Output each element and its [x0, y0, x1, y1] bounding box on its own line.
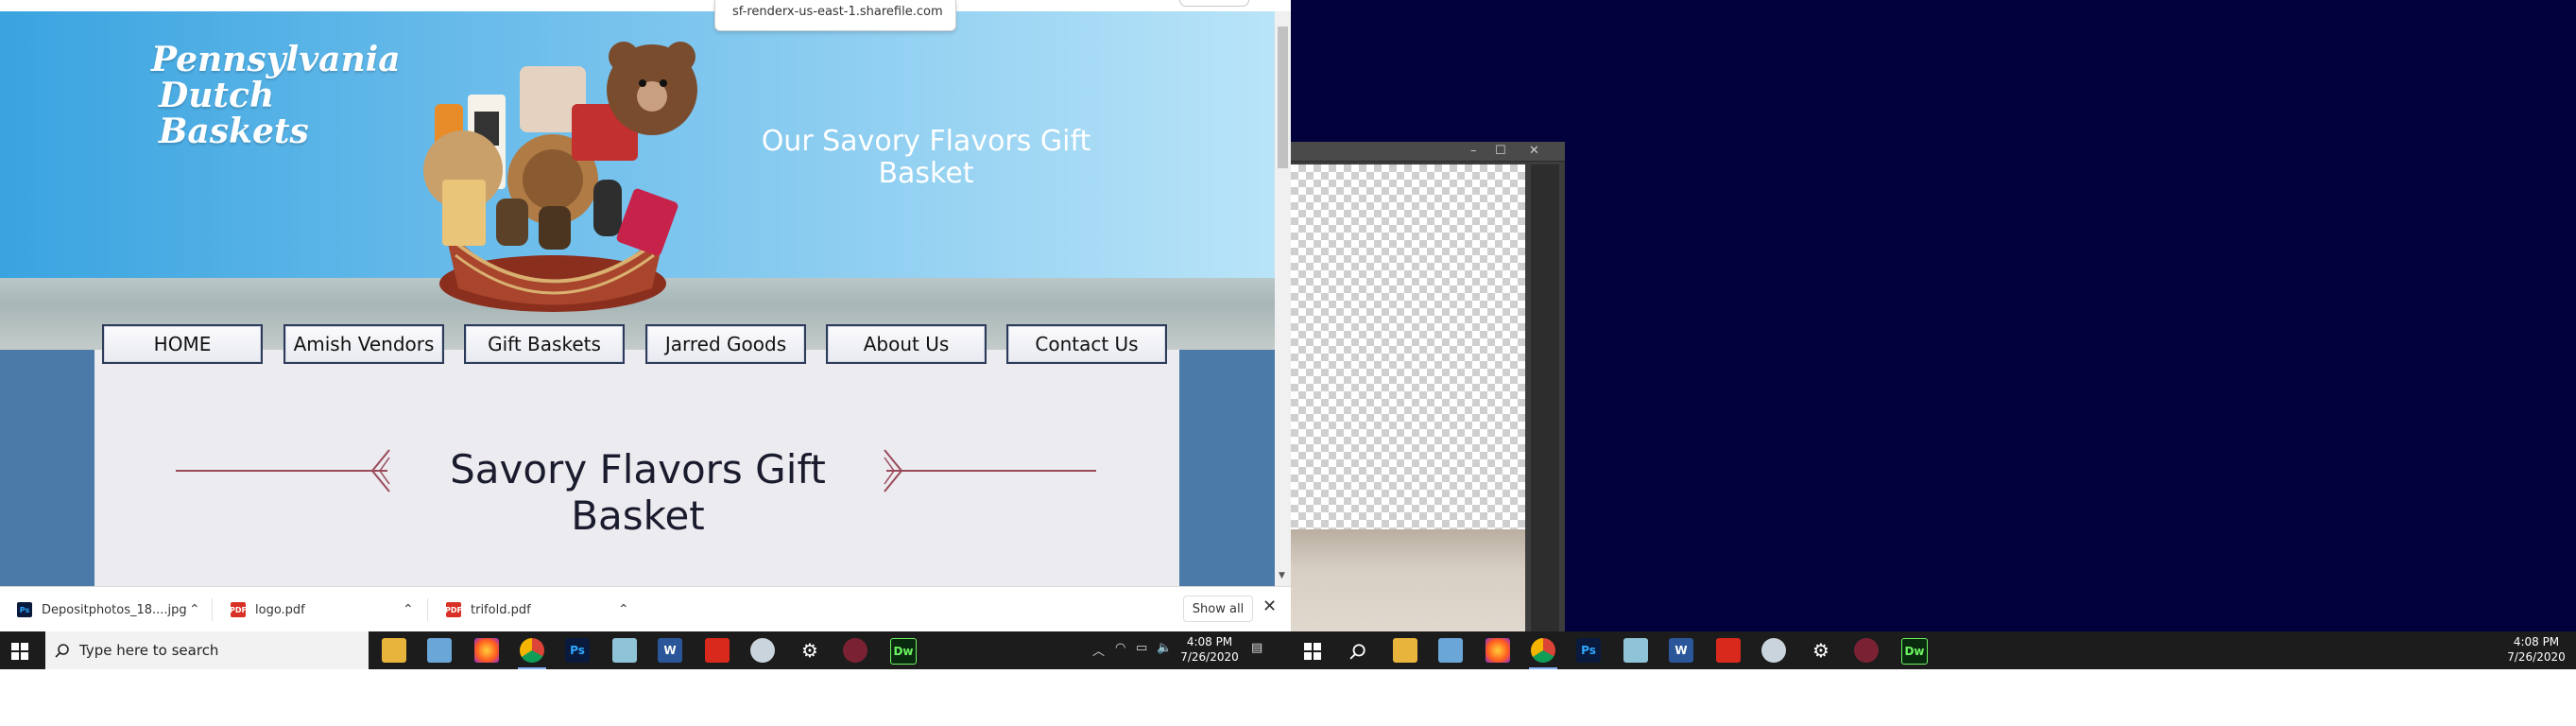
notepad-icon[interactable] — [1623, 638, 1648, 663]
active-app-indicator — [1529, 667, 1557, 669]
photoshop-file-icon: Ps — [17, 602, 32, 617]
left-side-panel — [0, 350, 94, 586]
gift-basket-image — [423, 42, 697, 312]
taskbar-clock[interactable]: 4:08 PM 7/26/2020 — [2504, 634, 2568, 665]
title-rule-left — [176, 470, 387, 472]
divider — [427, 598, 428, 621]
title-rule-right — [886, 470, 1096, 472]
chevron-up-icon[interactable]: ⌃ — [403, 602, 414, 617]
photoshop-icon[interactable]: Ps — [565, 638, 590, 663]
download-filename: Depositphotos_18....jpg — [42, 602, 187, 617]
minimize-icon[interactable]: – — [1470, 144, 1477, 158]
hero-title: Our Savory Flavors Gift Basket — [737, 126, 1115, 190]
dreamweaver-icon[interactable]: Dw — [890, 638, 917, 665]
divider — [212, 598, 213, 621]
media-icon[interactable] — [843, 638, 867, 663]
nav-amish-vendors[interactable]: Amish Vendors — [283, 324, 444, 364]
battery-icon[interactable]: ▭ — [1136, 641, 1147, 655]
clock-date: 7/26/2020 — [2507, 650, 2566, 664]
show-all-button[interactable]: Show all — [1183, 596, 1253, 622]
logo-line-1: Pennsylvania — [151, 40, 401, 79]
clock-date: 7/26/2020 — [1180, 650, 1239, 664]
url-tooltip: sf-renderx-us-east-1.sharefile.com — [714, 0, 956, 31]
hero-title-line-2: Basket — [878, 157, 974, 190]
pdf-file-icon: PDF — [230, 602, 247, 617]
network-icon[interactable]: ◠ — [1115, 641, 1125, 655]
windows-start-icon[interactable] — [11, 643, 28, 660]
paint-icon[interactable] — [750, 638, 775, 663]
volume-icon[interactable]: 🔈 — [1157, 641, 1172, 655]
chrome-icon[interactable] — [1531, 638, 1555, 663]
remote-desktop-icon[interactable] — [427, 638, 452, 663]
word-icon[interactable]: W — [658, 638, 682, 663]
download-filename: trifold.pdf — [471, 602, 531, 617]
close-icon[interactable]: ✕ — [1529, 144, 1539, 158]
panel-scroll-area — [1531, 164, 1559, 631]
word-icon[interactable]: W — [1669, 638, 1693, 663]
download-filename: logo.pdf — [255, 602, 305, 617]
active-app-indicator — [518, 667, 546, 669]
browser-top-button[interactable] — [1179, 0, 1249, 7]
chevron-up-icon[interactable]: ︿ — [1092, 641, 1105, 659]
photoshop-icon[interactable]: Ps — [1576, 638, 1601, 663]
acrobat-icon[interactable] — [1716, 638, 1741, 663]
notification-icon[interactable]: ▤ — [1251, 641, 1262, 655]
firefox-icon[interactable] — [1485, 638, 1510, 663]
download-item[interactable]: PDF trifold.pdf ⌃ — [445, 598, 635, 621]
scrollbar-thumb[interactable] — [1278, 26, 1288, 168]
search-icon[interactable] — [1349, 643, 1366, 660]
download-item[interactable]: Ps Depositphotos_18....jpg ⌃ — [17, 598, 206, 621]
windows-start-icon[interactable] — [1304, 643, 1321, 660]
right-side-panel — [1179, 350, 1275, 586]
nav-home[interactable]: HOME — [102, 324, 263, 364]
chrome-icon[interactable] — [520, 638, 544, 663]
pdf-file-icon: PDF — [445, 602, 462, 617]
clock-time: 4:08 PM — [1186, 635, 1233, 648]
settings-icon[interactable]: ⚙ — [1809, 638, 1833, 663]
site-logo[interactable]: Pennsylvania Dutch Baskets — [151, 40, 401, 151]
firefox-icon[interactable] — [474, 638, 499, 663]
nav-jarred-goods[interactable]: Jarred Goods — [645, 324, 806, 364]
nav-gift-baskets[interactable]: Gift Baskets — [464, 324, 625, 364]
clock-time: 4:08 PM — [2513, 635, 2560, 648]
settings-icon[interactable]: ⚙ — [798, 638, 822, 663]
remote-desktop-icon[interactable] — [1438, 638, 1463, 663]
maximize-icon[interactable]: ☐ — [1495, 144, 1506, 158]
downloads-bar: Ps Depositphotos_18....jpg ⌃ PDF logo.pd… — [0, 586, 1291, 632]
main-nav: HOME Amish Vendors Gift Baskets Jarred G… — [102, 324, 1179, 368]
download-item[interactable]: PDF logo.pdf ⌃ — [230, 598, 420, 621]
chevron-up-icon[interactable]: ⌃ — [618, 602, 629, 617]
acrobat-icon[interactable] — [705, 638, 730, 663]
search-icon — [55, 644, 69, 658]
scroll-down-arrow-icon[interactable]: ▼ — [1279, 571, 1285, 580]
nav-contact-us[interactable]: Contact Us — [1006, 324, 1167, 364]
file-explorer-icon[interactable] — [382, 638, 406, 663]
canvas-image — [1291, 529, 1525, 631]
media-icon[interactable] — [1854, 638, 1879, 663]
taskbar-clock[interactable]: 4:08 PM 7/26/2020 — [1177, 634, 1242, 665]
logo-line-2: Dutch Baskets — [159, 76, 309, 151]
notepad-icon[interactable] — [612, 638, 637, 663]
close-icon[interactable]: ✕ — [1262, 596, 1277, 616]
taskbar-right — [1291, 631, 2576, 669]
blank-area — [0, 669, 2576, 726]
dreamweaver-icon[interactable]: Dw — [1901, 638, 1928, 665]
section-title: Savory Flavors Gift Basket — [450, 446, 826, 539]
transparent-canvas[interactable] — [1291, 164, 1525, 529]
taskbar-search[interactable]: Type here to search — [45, 631, 369, 669]
search-placeholder: Type here to search — [79, 642, 219, 659]
paint-icon[interactable] — [1761, 638, 1786, 663]
hero-title-line-1: Our Savory Flavors Gift — [761, 125, 1091, 158]
chevron-up-icon[interactable]: ⌃ — [189, 602, 200, 617]
tooltip-url: sf-renderx-us-east-1.sharefile.com — [732, 5, 943, 19]
nav-about-us[interactable]: About Us — [826, 324, 987, 364]
file-explorer-icon[interactable] — [1393, 638, 1417, 663]
window-titlebar[interactable] — [1291, 142, 1565, 162]
